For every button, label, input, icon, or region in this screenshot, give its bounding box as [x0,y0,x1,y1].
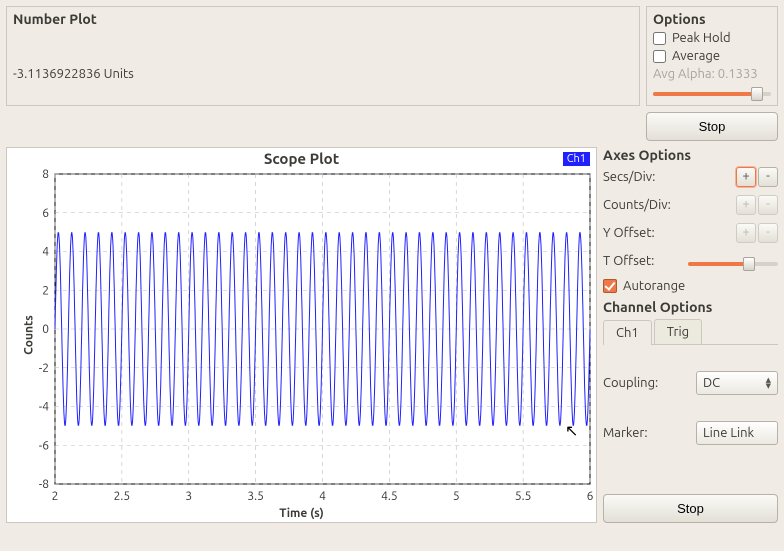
number-plot-value: -3.1136922836 Units [13,67,633,81]
counts-div-plus[interactable]: + [736,195,756,215]
right-column: Axes Options Secs/Div: + - Counts/Div: +… [603,147,778,523]
marker-dropdown[interactable]: Line Link [696,421,778,445]
counts-div-minus[interactable]: - [758,195,778,215]
stop-button-bottom[interactable]: Stop [603,494,778,523]
svg-text:5: 5 [453,490,460,503]
svg-text:2: 2 [42,284,49,297]
stop-button-top[interactable]: Stop [646,112,778,141]
number-plot-title: Number Plot [13,11,633,27]
x-axis-label: Time (s) [279,507,324,520]
peak-hold-row[interactable]: Peak Hold [653,31,771,45]
svg-text:-6: -6 [39,439,49,452]
marker-label: Marker: [603,426,648,440]
svg-text:4: 4 [42,246,49,259]
svg-text:6: 6 [587,490,594,503]
y-offset-plus[interactable]: + [736,223,756,243]
channel-tabs: Ch1 Trig [603,319,778,345]
number-plot-pane: Number Plot -3.1136922836 Units [6,6,640,106]
average-label: Average [672,49,720,63]
autorange-label: Autorange [623,279,685,293]
average-row[interactable]: Average [653,49,771,63]
svg-text:5.5: 5.5 [515,490,532,503]
updown-icon: ▲▼ [766,377,771,389]
tab-ch1[interactable]: Ch1 [603,320,652,345]
scope-plot-pane: Scope Plot Ch1 22.533.544.555.56-8-6-4-2… [6,147,597,523]
counts-div-label: Counts/Div: [603,198,671,212]
secs-div-plus[interactable]: + [736,167,756,187]
svg-text:3.5: 3.5 [247,490,264,503]
scope-chart: 2 2.5 3 3.5 4 4.5 5 5.5 6 -8 -6 -4 -2 0 2 4 6 8 [7,148,602,524]
y-offset-label: Y Offset: [603,226,655,240]
y-axis-label: Counts [22,315,35,355]
marker-value: Line Link [703,426,754,440]
autorange-row[interactable]: Autorange [603,279,778,293]
tab-trig[interactable]: Trig [654,319,702,344]
options-title: Options [653,11,771,27]
svg-text:4.5: 4.5 [381,490,398,503]
svg-text:-8: -8 [39,478,49,491]
channel-options-title: Channel Options [603,299,778,315]
coupling-value: DC [703,376,720,390]
t-offset-slider[interactable] [688,257,778,271]
svg-text:6: 6 [42,207,49,220]
axes-options-title: Axes Options [603,147,778,163]
secs-div-minus[interactable]: - [758,167,778,187]
svg-text:3: 3 [185,490,192,503]
avg-alpha-label: Avg Alpha: 0.1333 [653,67,771,81]
average-checkbox[interactable] [653,50,666,63]
svg-text:8: 8 [42,168,49,181]
peak-hold-label: Peak Hold [672,31,731,45]
svg-text:0: 0 [42,323,49,336]
svg-text:2.5: 2.5 [114,490,131,503]
peak-hold-checkbox[interactable] [653,32,666,45]
y-offset-minus[interactable]: - [758,223,778,243]
secs-div-label: Secs/Div: [603,170,655,184]
svg-text:4: 4 [319,490,326,503]
svg-text:-2: -2 [39,362,49,375]
coupling-dropdown[interactable]: DC ▲▼ [696,371,778,395]
autorange-checkbox[interactable] [603,279,617,293]
avg-alpha-slider[interactable] [653,87,771,101]
options-pane: Options Peak Hold Average Avg Alpha: 0.1… [646,6,778,106]
svg-text:2: 2 [52,490,59,503]
coupling-label: Coupling: [603,376,658,390]
t-offset-label: T Offset: [603,254,654,268]
svg-text:-4: -4 [39,401,49,414]
